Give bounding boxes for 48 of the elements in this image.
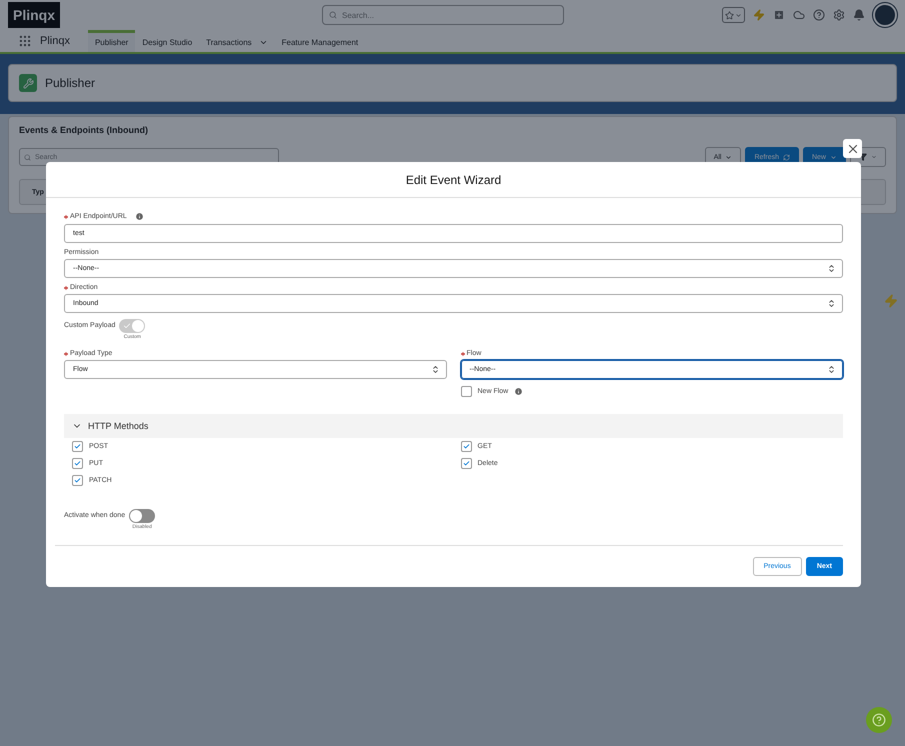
check-icon (74, 477, 81, 484)
app-logo[interactable]: Plinqx (8, 2, 60, 28)
check-icon (462, 443, 470, 450)
checkbox[interactable] (460, 458, 472, 469)
help-icon (872, 713, 886, 727)
select-arrows-icon (827, 264, 836, 273)
select-arrows-icon (827, 365, 836, 374)
close-button[interactable] (843, 139, 862, 158)
check-icon (462, 460, 470, 467)
search-icon (24, 154, 31, 160)
help-button[interactable] (866, 707, 892, 733)
caret-icon (830, 154, 837, 160)
checkbox[interactable] (72, 475, 83, 486)
toggle-switch[interactable] (129, 509, 156, 523)
card-title: Events & Endpoints (Inbound) (19, 125, 149, 135)
check-icon (74, 443, 81, 450)
checkbox[interactable] (460, 441, 472, 452)
checkbox[interactable] (460, 386, 472, 397)
page-title: Publisher (45, 76, 96, 90)
caret-icon (725, 154, 732, 160)
help-icon[interactable] (813, 9, 825, 21)
favorites-button[interactable] (722, 7, 745, 23)
notifications-icon[interactable] (853, 9, 865, 21)
nav-tab[interactable]: Publisher (88, 30, 136, 52)
add-icon[interactable] (773, 9, 785, 21)
select-arrows-icon (430, 365, 440, 374)
nav-tab[interactable]: Feature Management (274, 30, 366, 52)
check-icon (74, 460, 81, 467)
app-launcher-icon[interactable] (18, 34, 32, 48)
global-search-field[interactable]: Search... (322, 5, 564, 25)
cloud-icon[interactable] (793, 9, 805, 21)
checkbox[interactable] (72, 441, 83, 452)
nav-tab[interactable]: Transactions (199, 30, 275, 52)
check-icon (123, 322, 132, 330)
toggle-switch[interactable] (119, 319, 146, 333)
section-header[interactable]: HTTP Methods (64, 414, 843, 438)
user-avatar[interactable] (873, 3, 897, 27)
app-name: Plinqx (40, 34, 70, 49)
dialog-title: Edit Event Wizard (406, 172, 502, 186)
checkbox[interactable] (72, 458, 83, 469)
star-icon (725, 10, 734, 20)
settings-icon[interactable] (833, 9, 845, 21)
caret-icon (871, 154, 877, 160)
nav-tab[interactable]: Design Studio (135, 30, 200, 52)
select-arrows-icon (827, 299, 836, 308)
wrench-icon (19, 74, 37, 92)
caret-icon (735, 12, 742, 18)
search-icon (329, 11, 338, 19)
